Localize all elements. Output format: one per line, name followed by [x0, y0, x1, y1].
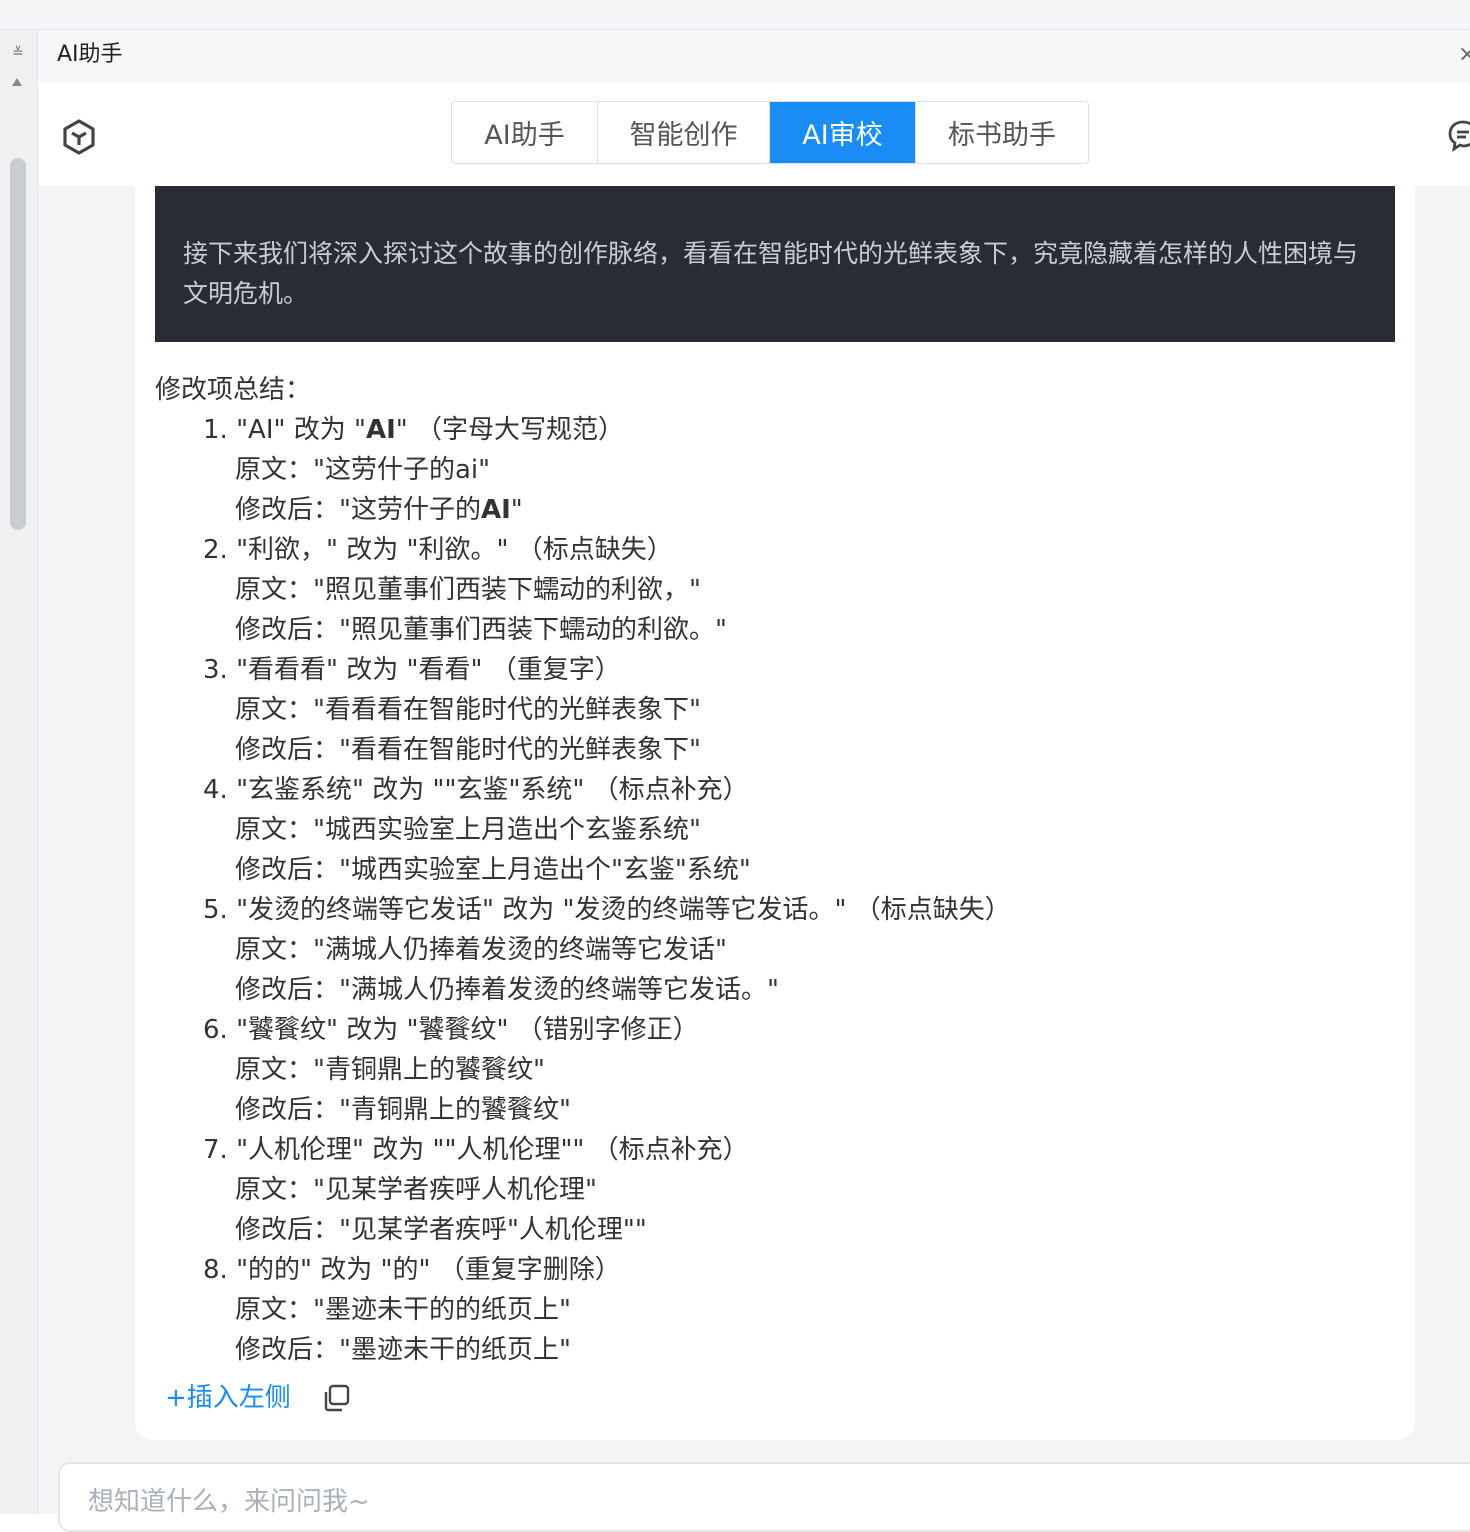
tab-smart-creation[interactable]: 智能创作: [598, 102, 770, 163]
revision-summary: 修改项总结： 1. "AI" 改为 "AI" （字母大写规范） 原文："这劳什子…: [155, 370, 1395, 1370]
conversation-area: 接下来我们将深入探讨这个故事的创作脉络，看看在智能时代的光鲜表象下，究竟隐藏着怎…: [38, 186, 1470, 1532]
close-icon[interactable]: ×: [1458, 42, 1470, 68]
list-item: 6. "饕餮纹" 改为 "饕餮纹" （错别字修正） 原文："青铜鼎上的饕餮纹" …: [203, 1010, 1395, 1130]
item-revised: 修改后："青铜鼎上的饕餮纹": [235, 1095, 571, 1125]
panel-title: AI助手: [57, 42, 123, 67]
item-original: 原文："青铜鼎上的饕餮纹": [235, 1055, 545, 1085]
item-heading: 1. "AI" 改为 "AI" （字母大写规范）: [203, 415, 625, 445]
item-heading: 2. "利欲，" 改为 "利欲。" （标点缺失）: [203, 535, 673, 565]
logo-icon: [63, 119, 95, 155]
mode-tabs: AI助手 智能创作 AI审校 标书助手: [451, 101, 1089, 164]
chat-input[interactable]: [86, 1482, 1386, 1522]
item-heading: 7. "人机伦理" 改为 ""人机伦理"" （标点补充）: [203, 1135, 749, 1165]
item-heading: 8. "的的" 改为 "的" （重复字删除）: [203, 1255, 621, 1285]
tab-ai-proofread[interactable]: AI审校: [770, 102, 916, 163]
item-revised: 修改后："见某学者疾呼"人机伦理"": [235, 1215, 647, 1245]
item-original: 原文："见某学者疾呼人机伦理": [235, 1175, 597, 1205]
list-item: 3. "看看看" 改为 "看看" （重复字） 原文："看看看在智能时代的光鲜表象…: [203, 650, 1395, 770]
chat-input-box: [58, 1462, 1470, 1532]
list-item: 5. "发烫的终端等它发话" 改为 "发烫的终端等它发话。" （标点缺失） 原文…: [203, 890, 1395, 1010]
item-revised: 修改后："墨迹未干的纸页上": [235, 1335, 571, 1365]
panel-header: AI助手 ×: [38, 30, 1470, 82]
item-heading: 3. "看看看" 改为 "看看" （重复字）: [203, 655, 621, 685]
item-heading: 5. "发烫的终端等它发话" 改为 "发烫的终端等它发话。" （标点缺失）: [203, 895, 1011, 925]
item-original: 原文："墨迹未干的的纸页上": [235, 1295, 571, 1325]
item-heading: 6. "饕餮纹" 改为 "饕餮纹" （错别字修正）: [203, 1015, 699, 1045]
tab-bar: AI助手 智能创作 AI审校 标书助手: [38, 82, 1470, 186]
chat-history-icon[interactable]: [1446, 118, 1470, 152]
item-original: 原文："满城人仍捧着发烫的终端等它发话": [235, 935, 727, 965]
item-revised: 修改后："看看在智能时代的光鲜表象下": [235, 735, 701, 765]
response-actions: +插入左侧: [165, 1378, 351, 1418]
item-original: 原文："这劳什子的ai": [235, 455, 491, 485]
list-item: 2. "利欲，" 改为 "利欲。" （标点缺失） 原文："照见董事们西装下蠕动的…: [203, 530, 1395, 650]
item-revised: 修改后："满城人仍捧着发烫的终端等它发话。": [235, 975, 779, 1005]
tab-bid-assistant[interactable]: 标书助手: [916, 102, 1088, 163]
copy-icon[interactable]: [321, 1383, 351, 1413]
item-revised: 修改后："照见董事们西装下蠕动的利欲。": [235, 615, 727, 645]
item-original: 原文："照见董事们西装下蠕动的利欲，": [235, 575, 701, 605]
list-item: 7. "人机伦理" 改为 ""人机伦理"" （标点补充） 原文："见某学者疾呼人…: [203, 1130, 1395, 1250]
tab-ai-assistant[interactable]: AI助手: [452, 102, 598, 163]
item-original: 原文："城西实验室上月造出个玄鉴系统": [235, 815, 701, 845]
list-item: 4. "玄鉴系统" 改为 ""玄鉴"系统" （标点补充） 原文："城西实验室上月…: [203, 770, 1395, 890]
response-card: 接下来我们将深入探讨这个故事的创作脉络，看看在智能时代的光鲜表象下，究竟隐藏着怎…: [135, 186, 1415, 1440]
list-item: 1. "AI" 改为 "AI" （字母大写规范） 原文："这劳什子的ai" 修改…: [203, 410, 1395, 530]
item-heading: 4. "玄鉴系统" 改为 ""玄鉴"系统" （标点补充）: [203, 775, 749, 805]
code-block: 接下来我们将深入探讨这个故事的创作脉络，看看在智能时代的光鲜表象下，究竟隐藏着怎…: [155, 186, 1395, 342]
item-revised: 修改后："城西实验室上月造出个"玄鉴"系统": [235, 855, 751, 885]
list-item: 8. "的的" 改为 "的" （重复字删除） 原文："墨迹未干的的纸页上" 修改…: [203, 1250, 1395, 1370]
item-revised: 修改后："这劳什子的AI": [235, 495, 523, 525]
left-rail: ≚: [0, 30, 38, 1514]
scroll-up-arrow-icon[interactable]: [12, 78, 22, 86]
window-top-bar: [0, 0, 1470, 30]
item-original: 原文："看看看在智能时代的光鲜表象下": [235, 695, 701, 725]
insert-left-button[interactable]: +插入左侧: [165, 1378, 291, 1418]
scrollbar-thumb[interactable]: [10, 158, 26, 530]
summary-title: 修改项总结：: [155, 375, 312, 405]
collapse-icon[interactable]: ≚: [9, 44, 27, 62]
